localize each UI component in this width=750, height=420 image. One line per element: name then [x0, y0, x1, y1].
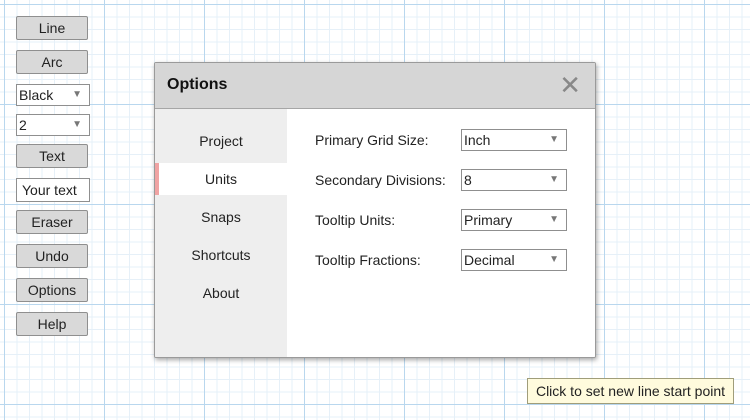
close-icon[interactable]: ✕ [559, 71, 581, 99]
nav-item-units[interactable]: Units [155, 163, 287, 195]
text-button[interactable]: Text [16, 144, 88, 168]
color-select[interactable]: Black ▼ [16, 84, 90, 106]
secondary-divisions-label: Secondary Divisions: [315, 172, 446, 188]
line-width-select[interactable]: 2 ▼ [16, 114, 90, 136]
primary-grid-size-value: Inch [464, 132, 491, 148]
dialog-title: Options [167, 76, 228, 93]
undo-button[interactable]: Undo [16, 244, 88, 268]
secondary-divisions-value: 8 [464, 172, 472, 188]
line-width-select-value: 2 [19, 117, 27, 133]
options-dialog: Options ✕ Project Units Snaps Shortcuts … [154, 62, 596, 358]
tooltip-units-label: Tooltip Units: [315, 212, 396, 228]
help-button[interactable]: Help [16, 312, 88, 336]
triangle-down-icon: ▼ [72, 89, 82, 100]
options-button[interactable]: Options [16, 278, 88, 302]
canvas-tooltip: Click to set new line start point [527, 378, 734, 404]
secondary-divisions-select[interactable]: 8 ▼ [461, 169, 567, 191]
tooltip-units-select[interactable]: Primary ▼ [461, 209, 567, 231]
color-select-value: Black [19, 87, 54, 103]
triangle-down-icon: ▼ [549, 174, 559, 185]
arc-button[interactable]: Arc [16, 50, 88, 74]
text-input[interactable]: Your text [16, 178, 90, 202]
tooltip-fractions-value: Decimal [464, 252, 515, 268]
nav-item-snaps[interactable]: Snaps [155, 201, 287, 233]
line-button[interactable]: Line [16, 16, 88, 40]
nav-item-shortcuts[interactable]: Shortcuts [155, 239, 287, 271]
dialog-header: Options ✕ [155, 63, 595, 109]
triangle-down-icon: ▼ [549, 134, 559, 145]
tooltip-fractions-label: Tooltip Fractions: [315, 252, 421, 268]
dialog-body: Primary Grid Size: Inch ▼ Secondary Divi… [287, 109, 595, 357]
nav-item-about[interactable]: About [155, 277, 287, 309]
tooltip-fractions-select[interactable]: Decimal ▼ [461, 249, 567, 271]
triangle-down-icon: ▼ [72, 119, 82, 130]
triangle-down-icon: ▼ [549, 254, 559, 265]
dialog-nav: Project Units Snaps Shortcuts About [155, 109, 287, 357]
eraser-button[interactable]: Eraser [16, 210, 88, 234]
nav-item-project[interactable]: Project [155, 125, 287, 157]
primary-grid-size-select[interactable]: Inch ▼ [461, 129, 567, 151]
primary-grid-size-label: Primary Grid Size: [315, 132, 429, 148]
tooltip-units-value: Primary [464, 212, 513, 228]
triangle-down-icon: ▼ [549, 214, 559, 225]
